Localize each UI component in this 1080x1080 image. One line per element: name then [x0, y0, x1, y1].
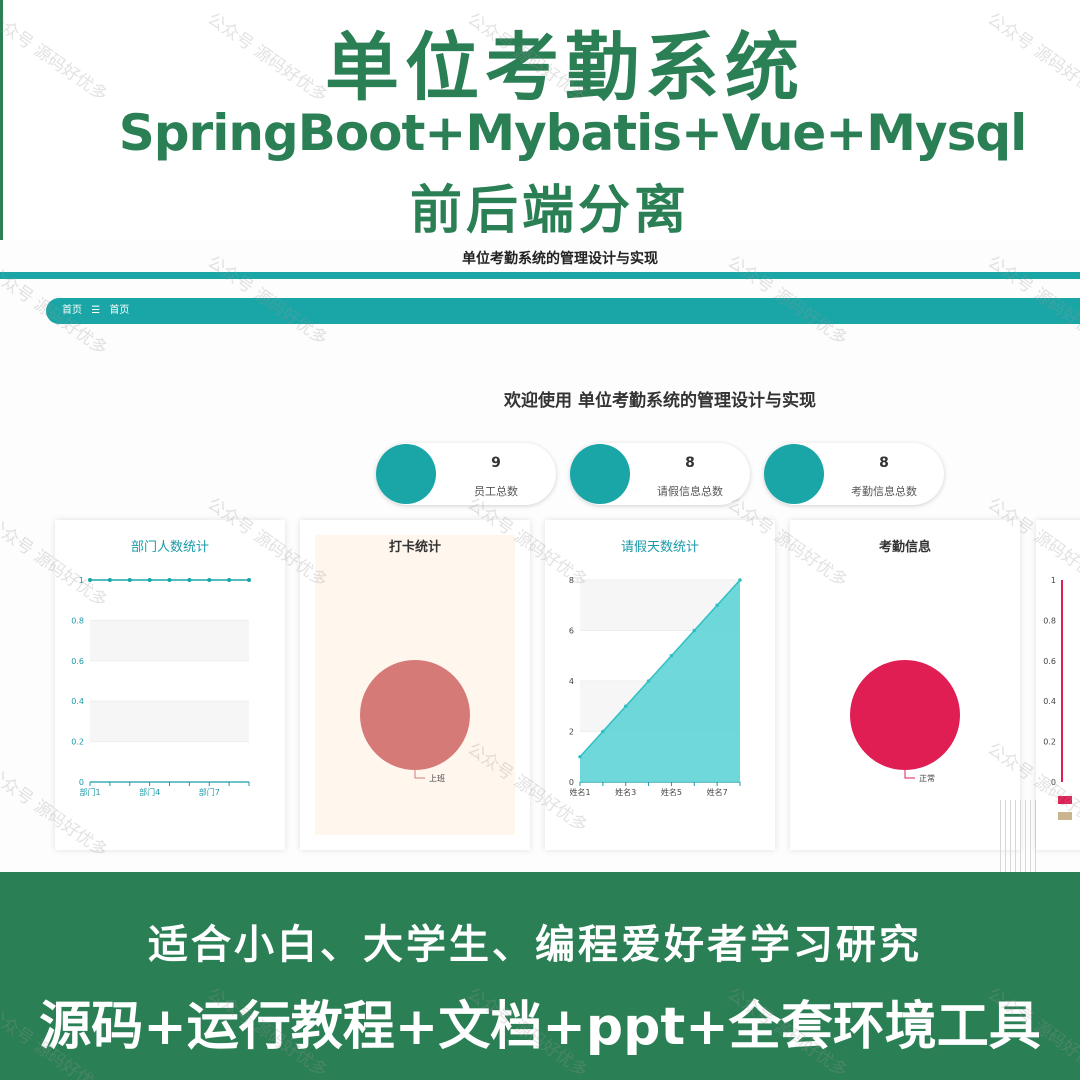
y-tick-label: 4: [569, 677, 574, 686]
card-title: 打卡统计: [388, 540, 441, 555]
checkin-card: 上班 打卡统计: [300, 520, 530, 850]
extra-bar-chart: 0 0.2 0.4 0.6 0.8 1: [1043, 576, 1072, 820]
x-tick-label: 姓名7: [707, 787, 728, 797]
promo-tech-stack: SpringBoot+Mybatis+Vue+Mysql: [118, 104, 1028, 162]
leave-days-card: 0 2 4 6 8 姓名1 姓名3 姓名5 姓名7 请假天数统计: [545, 520, 775, 850]
extra-chart-card: 0 0.2 0.4 0.6 0.8 1: [1036, 520, 1080, 850]
dept-count-card: 0 0.2 0.4 0.6 0.8 1 部门1 部门4 部门7 部门人数统计: [55, 520, 285, 850]
breadcrumb: 首页 ☰ 首页: [46, 298, 1080, 324]
promo-title: 单位考勤系统: [325, 25, 805, 111]
promo-package: 源码+运行教程+文档+ppt+全套环境工具: [39, 997, 1041, 1057]
y-tick-label: 2: [569, 728, 574, 737]
data-point: [692, 628, 697, 633]
label-leader-line: [414, 770, 425, 779]
y-tick-label: 0.8: [1043, 616, 1056, 625]
data-point: [715, 603, 719, 608]
data-point: [669, 653, 674, 658]
slice-label: 正常: [919, 774, 935, 783]
stat-leave-total[interactable]: 8 请假信息总数: [570, 443, 750, 505]
y-tick-label: 0: [1051, 778, 1056, 787]
stat-value: 8: [879, 455, 889, 471]
app-window: 单位考勤系统的管理设计与实现 首页 ☰ 首页 欢迎使用 单位考勤系统的管理设计与…: [0, 240, 1080, 872]
leave-days-chart: 0 2 4 6 8 姓名1 姓名3 姓名5 姓名7: [569, 576, 742, 797]
x-tick-label: 部门1: [79, 787, 100, 797]
checkin-pie-chart: 上班: [360, 660, 470, 783]
card-title: 请假天数统计: [620, 540, 699, 555]
y-tick-label: 0.2: [1043, 738, 1056, 747]
y-tick-label: 1: [1051, 576, 1056, 585]
stat-value: 8: [685, 455, 695, 471]
data-point: [738, 578, 742, 582]
y-tick-label: 0.2: [71, 738, 84, 747]
promo-subtitle: 前后端分离: [409, 181, 690, 241]
pie-slice: [360, 660, 470, 770]
y-tick-label: 0.8: [71, 616, 84, 625]
promo-header: 单位考勤系统 SpringBoot+Mybatis+Vue+Mysql 前后端分…: [0, 0, 1080, 241]
y-tick-label: 1: [79, 576, 84, 585]
data-point: [623, 704, 628, 709]
stat-attendance-total[interactable]: 8 考勤信息总数: [764, 443, 944, 505]
stat-employee-total[interactable]: 9 员工总数: [376, 443, 556, 505]
label-leader-line: [904, 770, 915, 779]
data-point: [601, 729, 605, 734]
stat-value: 9: [491, 455, 501, 471]
stat-label: 考勤信息总数: [851, 485, 917, 498]
promo-footer: 适合小白、大学生、编程爱好者学习研究 源码+运行教程+文档+ppt+全套环境工具: [0, 872, 1080, 1080]
x-tick-label: 部门7: [199, 787, 220, 797]
stat-label: 请假信息总数: [657, 485, 723, 498]
data-point: [88, 578, 92, 582]
app-title: 单位考勤系统的管理设计与实现: [462, 251, 658, 267]
legend-swatch: [1058, 812, 1072, 820]
breadcrumb-current: 首页: [109, 305, 130, 316]
y-tick-label: 0.4: [1043, 697, 1056, 706]
data-point: [578, 754, 582, 759]
breadcrumb-home-link[interactable]: 首页: [62, 305, 82, 316]
card-title: 部门人数统计: [130, 540, 209, 555]
data-point: [187, 578, 192, 582]
attendance-pie-chart: 正常: [850, 660, 960, 783]
pie-slice: [850, 660, 960, 770]
x-tick-label: 姓名3: [615, 787, 636, 797]
legend-swatch: [1058, 796, 1072, 804]
x-tick-label: 姓名1: [569, 787, 590, 797]
data-point: [207, 578, 212, 582]
decorative-stripes: [1000, 800, 1036, 872]
grid-band: [90, 701, 249, 742]
menu-icon[interactable]: ☰: [91, 305, 100, 316]
header-accent-line: [0, 272, 1080, 279]
x-tick-label: 部门4: [139, 787, 160, 797]
y-tick-label: 0: [569, 778, 574, 787]
data-point: [167, 578, 172, 582]
data-point: [227, 578, 232, 582]
promo-audience: 适合小白、大学生、编程爱好者学习研究: [148, 922, 922, 968]
welcome-heading: 欢迎使用 单位考勤系统的管理设计与实现: [504, 391, 816, 411]
y-tick-label: 0.6: [71, 657, 84, 666]
data-point: [127, 578, 132, 582]
data-point: [147, 578, 152, 582]
y-tick-label: 0.4: [71, 697, 84, 706]
data-point: [107, 578, 112, 582]
y-tick-label: 0: [79, 778, 84, 787]
card-title: 考勤信息: [878, 540, 931, 555]
stat-icon: [570, 444, 630, 504]
slice-label: 上班: [429, 773, 445, 783]
data-point: [247, 578, 251, 582]
y-tick-label: 0.6: [1043, 657, 1056, 666]
y-tick-label: 6: [569, 627, 574, 636]
y-tick-label: 8: [569, 576, 574, 585]
dept-count-chart: 0 0.2 0.4 0.6 0.8 1 部门1 部门4 部门7: [71, 576, 251, 797]
attendance-card: 正常 考勤信息: [790, 520, 1020, 850]
grid-band: [90, 620, 249, 661]
stat-icon: [764, 444, 824, 504]
data-point: [646, 679, 651, 683]
stat-icon: [376, 444, 436, 504]
x-tick-label: 姓名5: [661, 787, 682, 797]
stat-label: 员工总数: [474, 485, 518, 498]
